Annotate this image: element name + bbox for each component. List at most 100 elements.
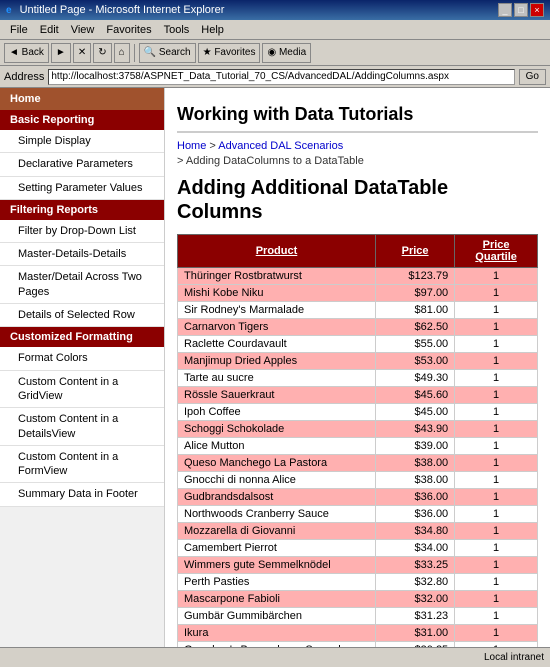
- table-row: Grandma's Boysenberry Spread$30.251: [178, 641, 538, 647]
- cell-quartile: 1: [455, 437, 538, 454]
- cell-quartile: 1: [455, 403, 538, 420]
- sidebar-section-filtering-reports: Filtering Reports: [0, 200, 164, 220]
- sidebar-item-custom-content-gridview[interactable]: Custom Content in a GridView: [0, 371, 164, 409]
- maximize-button[interactable]: □: [514, 3, 528, 17]
- cell-price: $49.30: [376, 369, 455, 386]
- cell-price: $38.00: [376, 454, 455, 471]
- cell-quartile: 1: [455, 556, 538, 573]
- menu-favorites[interactable]: Favorites: [100, 23, 157, 37]
- back-button[interactable]: ◄ Back: [4, 43, 49, 63]
- cell-quartile: 1: [455, 284, 538, 301]
- cell-product: Ipoh Coffee: [178, 403, 376, 420]
- sidebar-item-declarative-parameters[interactable]: Declarative Parameters: [0, 153, 164, 176]
- cell-price: $34.80: [376, 522, 455, 539]
- table-row: Alice Mutton$39.001: [178, 437, 538, 454]
- address-input[interactable]: [48, 69, 514, 85]
- menu-view[interactable]: View: [65, 23, 101, 37]
- sidebar-home[interactable]: Home: [0, 88, 164, 110]
- media-button[interactable]: ◉ Media: [262, 43, 311, 63]
- sidebar-item-details-selected-row[interactable]: Details of Selected Row: [0, 304, 164, 327]
- table-row: Mishi Kobe Niku$97.001: [178, 284, 538, 301]
- cell-price: $81.00: [376, 301, 455, 318]
- table-row: Northwoods Cranberry Sauce$36.001: [178, 505, 538, 522]
- close-button[interactable]: ×: [530, 3, 544, 17]
- table-row: Ipoh Coffee$45.001: [178, 403, 538, 420]
- toolbar: ◄ Back ► ✕ ↻ ⌂ 🔍 Search ★ Favorites ◉ Me…: [0, 40, 550, 66]
- search-button[interactable]: 🔍 Search: [139, 43, 196, 63]
- sidebar-section-basic-reporting: Basic Reporting: [0, 110, 164, 130]
- cell-price: $39.00: [376, 437, 455, 454]
- stop-button[interactable]: ✕: [73, 43, 91, 63]
- menu-edit[interactable]: Edit: [34, 23, 65, 37]
- sidebar-item-format-colors[interactable]: Format Colors: [0, 347, 164, 370]
- sidebar-item-filter-dropdown[interactable]: Filter by Drop-Down List: [0, 220, 164, 243]
- sidebar-item-master-details[interactable]: Master-Details-Details: [0, 243, 164, 266]
- title-bar-text: Untitled Page - Microsoft Internet Explo…: [20, 4, 225, 16]
- favorites-button[interactable]: ★ Favorites: [198, 43, 261, 63]
- breadcrumb-home[interactable]: Home: [177, 140, 206, 152]
- cell-price: $32.80: [376, 573, 455, 590]
- table-row: Manjimup Dried Apples$53.001: [178, 352, 538, 369]
- cell-product: Thüringer Rostbratwurst: [178, 267, 376, 284]
- cell-product: Tarte au sucre: [178, 369, 376, 386]
- cell-product: Schoggi Schokolade: [178, 420, 376, 437]
- cell-quartile: 1: [455, 267, 538, 284]
- sidebar-item-custom-content-formview[interactable]: Custom Content in a FormView: [0, 446, 164, 484]
- sidebar-item-summary-data[interactable]: Summary Data in Footer: [0, 483, 164, 506]
- cell-product: Ikura: [178, 624, 376, 641]
- cell-price: $31.00: [376, 624, 455, 641]
- col-header-price: Price: [376, 234, 455, 267]
- cell-quartile: 1: [455, 522, 538, 539]
- cell-quartile: 1: [455, 335, 538, 352]
- cell-product: Gnocchi di nonna Alice: [178, 471, 376, 488]
- table-row: Gumbär Gummibärchen$31.231: [178, 607, 538, 624]
- cell-quartile: 1: [455, 318, 538, 335]
- cell-product: Grandma's Boysenberry Spread: [178, 641, 376, 647]
- cell-price: $45.60: [376, 386, 455, 403]
- cell-quartile: 1: [455, 386, 538, 403]
- cell-product: Mozzarella di Giovanni: [178, 522, 376, 539]
- cell-quartile: 1: [455, 607, 538, 624]
- cell-quartile: 1: [455, 488, 538, 505]
- cell-price: $53.00: [376, 352, 455, 369]
- table-row: Mascarpone Fabioli$32.001: [178, 590, 538, 607]
- table-row: Gnocchi di nonna Alice$38.001: [178, 471, 538, 488]
- cell-product: Gudbrandsdalsost: [178, 488, 376, 505]
- table-row: Tarte au sucre$49.301: [178, 369, 538, 386]
- menu-file[interactable]: File: [4, 23, 34, 37]
- window-buttons[interactable]: _ □ ×: [498, 3, 544, 17]
- breadcrumb-current: Adding DataColumns to a DataTable: [186, 155, 364, 167]
- cell-price: $97.00: [376, 284, 455, 301]
- cell-quartile: 1: [455, 505, 538, 522]
- minimize-button[interactable]: _: [498, 3, 512, 17]
- cell-product: Perth Pasties: [178, 573, 376, 590]
- go-button[interactable]: Go: [519, 69, 546, 85]
- sidebar-item-custom-content-detailsview[interactable]: Custom Content in a DetailsView: [0, 408, 164, 446]
- forward-button[interactable]: ►: [51, 43, 71, 63]
- content-area: Working with Data Tutorials Home > Advan…: [165, 88, 550, 647]
- cell-quartile: 1: [455, 301, 538, 318]
- refresh-button[interactable]: ↻: [93, 43, 111, 63]
- address-label: Address: [4, 71, 44, 83]
- table-row: Camembert Pierrot$34.001: [178, 539, 538, 556]
- cell-product: Camembert Pierrot: [178, 539, 376, 556]
- sidebar-item-master-detail-pages[interactable]: Master/Detail Across Two Pages: [0, 266, 164, 304]
- cell-product: Alice Mutton: [178, 437, 376, 454]
- cell-product: Manjimup Dried Apples: [178, 352, 376, 369]
- cell-quartile: 1: [455, 369, 538, 386]
- table-row: Thüringer Rostbratwurst$123.791: [178, 267, 538, 284]
- cell-price: $34.00: [376, 539, 455, 556]
- menu-bar: File Edit View Favorites Tools Help: [0, 20, 550, 40]
- sidebar-item-simple-display[interactable]: Simple Display: [0, 130, 164, 153]
- table-row: Schoggi Schokolade$43.901: [178, 420, 538, 437]
- cell-price: $36.00: [376, 505, 455, 522]
- menu-tools[interactable]: Tools: [158, 23, 196, 37]
- cell-product: Queso Manchego La Pastora: [178, 454, 376, 471]
- table-row: Carnarvon Tigers$62.501: [178, 318, 538, 335]
- home-button[interactable]: ⌂: [114, 43, 130, 63]
- sidebar-item-setting-parameter-values[interactable]: Setting Parameter Values: [0, 177, 164, 200]
- cell-quartile: 1: [455, 590, 538, 607]
- breadcrumb-section[interactable]: Advanced DAL Scenarios: [218, 140, 343, 152]
- cell-product: Rössle Sauerkraut: [178, 386, 376, 403]
- menu-help[interactable]: Help: [195, 23, 230, 37]
